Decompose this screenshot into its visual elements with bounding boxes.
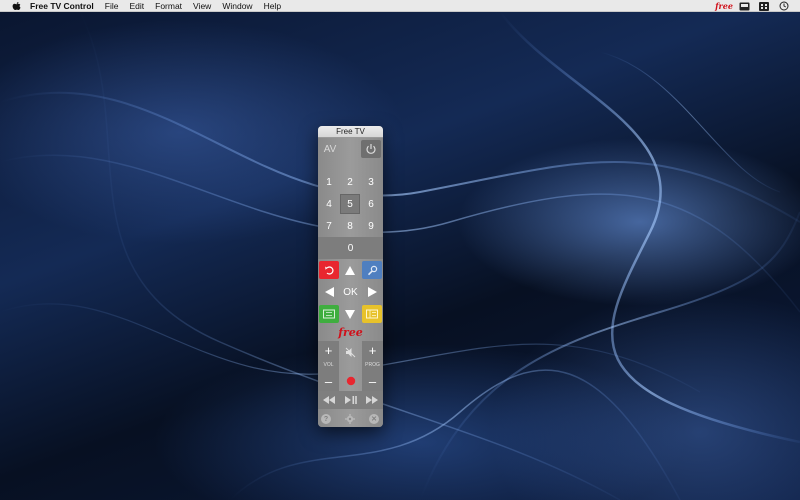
down-button[interactable] <box>340 305 360 323</box>
yellow-button[interactable] <box>362 305 382 323</box>
mute-button[interactable] <box>340 343 361 361</box>
number-button-0[interactable]: 0 <box>318 237 383 259</box>
guide-icon <box>323 309 335 319</box>
power-button[interactable] <box>361 140 381 158</box>
remote-window: Free TV AV 1 2 3 4 5 6 7 8 9 0 OK free +… <box>318 126 383 427</box>
info-panel-icon <box>366 309 378 319</box>
help-button[interactable]: ? <box>319 412 333 426</box>
rewind-button[interactable] <box>319 391 339 409</box>
menu-window[interactable]: Window <box>222 1 252 11</box>
fast-forward-button[interactable] <box>362 391 382 409</box>
program-label: PROG <box>365 362 380 368</box>
number-button-6[interactable]: 6 <box>361 194 381 214</box>
wallpaper-swirls <box>0 12 800 500</box>
status-icons: free <box>715 0 790 12</box>
free-brand-logo: free <box>338 325 363 339</box>
right-button[interactable] <box>362 283 382 301</box>
number-button-3[interactable]: 3 <box>361 172 381 192</box>
volume-down-button[interactable]: – <box>318 372 339 390</box>
av-button[interactable]: AV <box>321 141 339 157</box>
number-button-5[interactable]: 5 <box>340 194 360 214</box>
tv-box-icon[interactable] <box>738 2 750 11</box>
ok-button[interactable]: OK <box>340 283 361 301</box>
apple-icon[interactable] <box>11 1 21 11</box>
down-arrow-icon <box>345 309 355 319</box>
play-pause-button[interactable] <box>340 391 361 409</box>
power-icon <box>366 144 376 154</box>
close-button[interactable]: ✕ <box>367 412 381 426</box>
desktop-wallpaper <box>0 12 800 500</box>
settings-button[interactable] <box>343 412 357 426</box>
volume-label: VOL <box>323 362 334 368</box>
free-logo-icon[interactable]: free <box>715 1 733 11</box>
up-button[interactable] <box>340 261 360 279</box>
back-arrow-icon <box>324 265 333 275</box>
program-down-button[interactable]: – <box>362 372 383 390</box>
left-arrow-icon <box>324 287 334 297</box>
menu-view[interactable]: View <box>193 1 211 11</box>
menu-bar: Free TV Control File Edit Format View Wi… <box>0 0 800 12</box>
menu-help[interactable]: Help <box>264 1 281 11</box>
mute-icon <box>345 347 355 357</box>
left-button[interactable] <box>319 283 339 301</box>
green-button[interactable] <box>319 305 339 323</box>
up-arrow-icon <box>345 265 355 275</box>
right-arrow-icon <box>367 287 377 297</box>
number-button-4[interactable]: 4 <box>319 194 339 214</box>
back-button[interactable] <box>319 261 339 279</box>
menu-edit[interactable]: Edit <box>129 1 144 11</box>
search-button[interactable] <box>362 261 382 279</box>
menu-file[interactable]: File <box>105 1 119 11</box>
number-button-2[interactable]: 2 <box>340 172 360 192</box>
record-button[interactable] <box>340 372 361 390</box>
play-pause-icon <box>344 396 357 404</box>
number-button-8[interactable]: 8 <box>340 216 360 236</box>
time-machine-icon[interactable] <box>778 1 790 11</box>
rewind-icon <box>323 396 335 404</box>
number-button-1[interactable]: 1 <box>319 172 339 192</box>
record-icon <box>346 376 355 386</box>
remote-control: AV 1 2 3 4 5 6 7 8 9 0 OK free + VOL – +… <box>318 138 383 427</box>
program-up-button[interactable]: + <box>362 341 383 359</box>
search-icon <box>367 265 377 275</box>
volume-up-button[interactable]: + <box>318 341 339 359</box>
number-button-9[interactable]: 9 <box>361 216 381 236</box>
help-icon: ? <box>321 414 331 424</box>
close-icon: ✕ <box>369 414 379 424</box>
window-title[interactable]: Free TV <box>318 126 383 138</box>
grid-icon[interactable] <box>758 1 770 11</box>
number-button-7[interactable]: 7 <box>319 216 339 236</box>
gear-icon <box>345 414 355 424</box>
menu-format[interactable]: Format <box>155 1 182 11</box>
menu-app-name[interactable]: Free TV Control <box>30 1 94 11</box>
fast-forward-icon <box>366 396 378 404</box>
